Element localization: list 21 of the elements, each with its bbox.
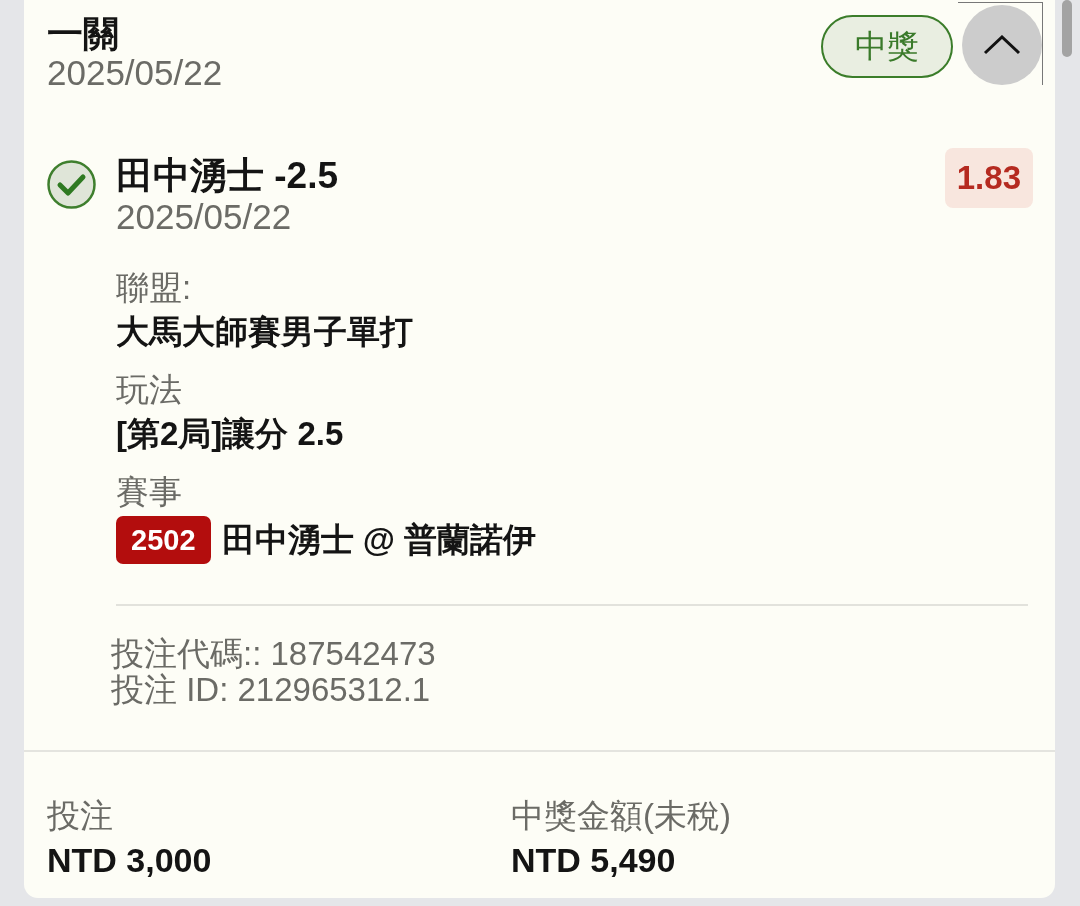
event-matchup: 田中湧士 @ 普蘭諾伊 — [221, 520, 537, 560]
selection-date: 2025/05/22 — [116, 198, 292, 236]
selection-name: 田中湧士 -2.5 — [116, 154, 339, 198]
field-label: 聯盟: — [116, 268, 192, 308]
summary-amount: NTD 5,490 — [511, 840, 676, 881]
bet-date: 2025/05/22 — [47, 54, 223, 92]
chevron-up-icon — [983, 35, 1021, 55]
field-label: 賽事 — [116, 472, 182, 512]
event-code-tag: 2502 — [116, 516, 211, 564]
scrollbar-thumb[interactable] — [1062, 0, 1072, 57]
field-value: [第2局]讓分 2.5 — [116, 414, 344, 454]
summary-label: 中獎金額(未稅) — [511, 796, 731, 836]
bet-type-title: 一關 — [47, 14, 119, 54]
summary-label: 投注 — [47, 796, 113, 836]
bet-code: 投注代碼:: 187542473 — [111, 636, 436, 672]
field-label: 玩法 — [116, 370, 182, 410]
status-badge: 中獎 — [821, 15, 953, 78]
bet-id: 投注 ID: 212965312.1 — [111, 672, 431, 708]
field-value: 大馬大師賽男子單打 — [116, 312, 413, 352]
odds-value: 1.83 — [944, 148, 1033, 208]
summary-amount: NTD 3,000 — [47, 840, 212, 881]
